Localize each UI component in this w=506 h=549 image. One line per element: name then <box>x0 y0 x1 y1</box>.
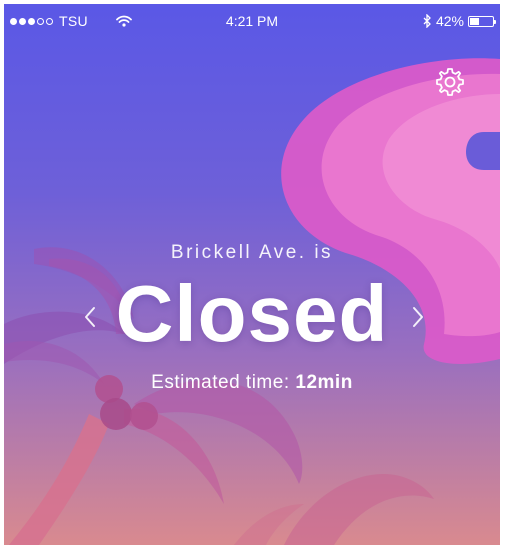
status-bar: TSU 4:21 PM 42% <box>4 4 500 38</box>
status-right: 42% <box>423 13 496 29</box>
battery-percent: 42% <box>435 13 464 29</box>
estimate-label: Estimated time: <box>151 372 290 393</box>
app-screen: TSU 4:21 PM 42% Brickell Ave. is Closed <box>4 4 500 545</box>
gear-icon[interactable] <box>434 66 466 98</box>
street-name-label: Brickell Ave. is <box>170 242 334 263</box>
bluetooth-icon <box>423 14 431 28</box>
estimated-time: Estimated time: 12min <box>4 372 500 394</box>
battery-icon <box>468 15 496 27</box>
battery-fill <box>470 17 479 25</box>
estimate-value: 12min <box>295 372 353 393</box>
chevron-right-icon[interactable] <box>406 302 430 332</box>
